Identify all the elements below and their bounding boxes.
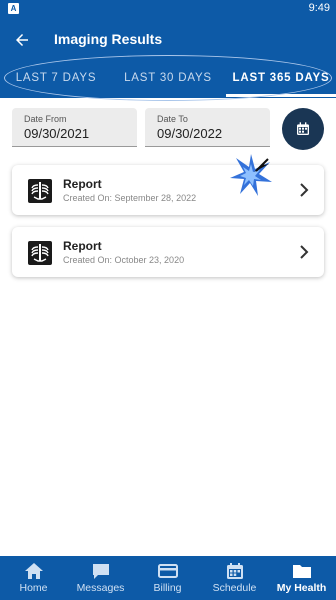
nav-label: Billing bbox=[153, 582, 182, 594]
nav-my-health[interactable]: My Health bbox=[268, 556, 335, 600]
arrow-left-icon bbox=[16, 34, 28, 46]
nav-messages[interactable]: Messages bbox=[67, 556, 134, 600]
app-badge-icon: A bbox=[8, 3, 19, 14]
home-icon bbox=[24, 563, 43, 579]
nav-label: Messages bbox=[76, 582, 125, 594]
report-created-date: Created On: October 23, 2020 bbox=[63, 255, 185, 265]
app-header: Imaging Results bbox=[0, 18, 336, 62]
calendar-icon bbox=[297, 122, 309, 135]
date-from-field[interactable]: Date From 09/30/2021 bbox=[12, 108, 137, 147]
folder-icon bbox=[292, 565, 311, 578]
report-title: Report bbox=[63, 239, 102, 253]
status-time: 9:49 bbox=[308, 2, 330, 14]
nav-schedule[interactable]: Schedule bbox=[201, 556, 268, 600]
chevron-right-icon bbox=[300, 183, 309, 197]
nav-label: My Health bbox=[276, 582, 327, 594]
xray-icon bbox=[28, 179, 52, 203]
report-created-date: Created On: September 28, 2022 bbox=[63, 193, 197, 203]
bottom-navigation: Home Messages Billing Schedule My Health bbox=[0, 556, 336, 600]
xray-icon bbox=[28, 241, 52, 265]
date-range-tabs: LAST 7 DAYS LAST 30 DAYS LAST 365 DAYS bbox=[0, 62, 336, 98]
nav-label: Schedule bbox=[212, 582, 257, 594]
schedule-icon bbox=[226, 563, 243, 579]
back-button[interactable] bbox=[8, 26, 36, 54]
nav-billing[interactable]: Billing bbox=[134, 556, 201, 600]
date-to-value: 09/30/2022 bbox=[157, 126, 223, 141]
tab-last-365-days[interactable]: LAST 365 DAYS bbox=[226, 62, 336, 98]
date-to-field[interactable]: Date To 09/30/2022 bbox=[145, 108, 270, 147]
report-card[interactable]: Report Created On: October 23, 2020 bbox=[12, 227, 324, 277]
billing-icon bbox=[157, 564, 178, 578]
date-from-value: 09/30/2021 bbox=[24, 126, 90, 141]
report-title: Report bbox=[63, 177, 102, 191]
status-bar: A 9:49 bbox=[0, 0, 336, 18]
selected-tab-indicator bbox=[226, 94, 336, 97]
nav-home[interactable]: Home bbox=[0, 556, 67, 600]
calendar-button[interactable] bbox=[282, 108, 324, 150]
click-marker-icon bbox=[230, 154, 272, 196]
date-from-label: Date From bbox=[24, 114, 67, 124]
messages-icon bbox=[92, 564, 109, 579]
tab-last-7-days[interactable]: LAST 7 DAYS bbox=[8, 62, 104, 98]
date-to-label: Date To bbox=[157, 114, 188, 124]
page-title: Imaging Results bbox=[54, 31, 163, 47]
nav-label: Home bbox=[19, 582, 48, 594]
tab-last-30-days[interactable]: LAST 30 DAYS bbox=[112, 62, 224, 98]
report-card[interactable]: Report Created On: September 28, 2022 bbox=[12, 165, 324, 215]
chevron-right-icon bbox=[300, 245, 309, 259]
